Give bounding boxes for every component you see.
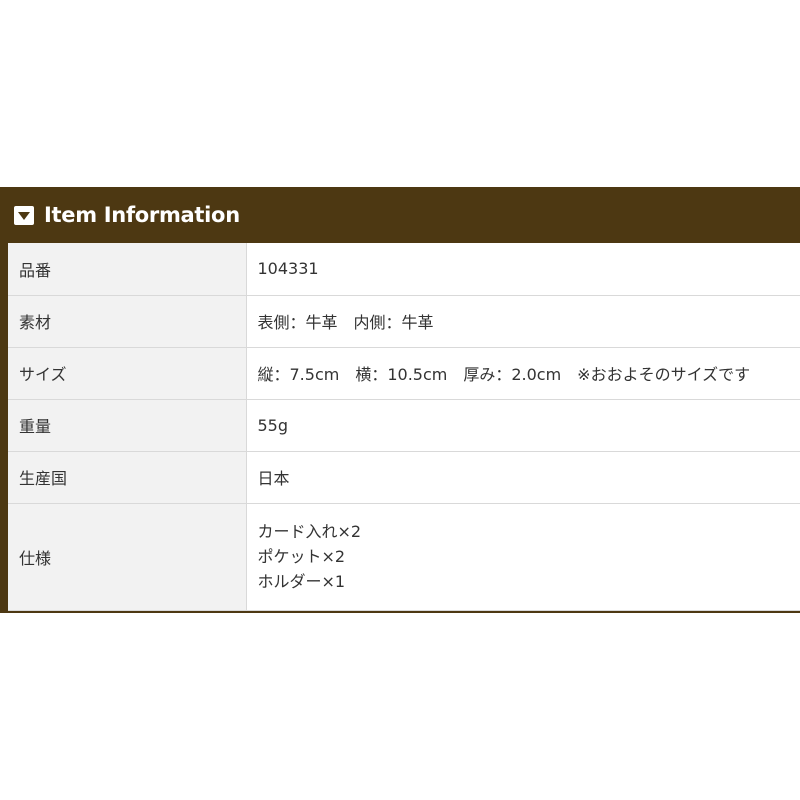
spec-label-features: 仕様: [8, 503, 247, 611]
spec-label-material: 素材: [8, 295, 247, 348]
spec-value-item-number: 104331: [246, 243, 800, 296]
item-information-panel: Item Information 品番 104331 素材 表側：牛革 内側：牛…: [0, 187, 800, 613]
table-row: 素材 表側：牛革 内側：牛革: [8, 295, 800, 348]
table-row: 仕様 カード入れ×2 ポケット×2 ホルダー×1: [8, 503, 800, 611]
spec-label-item-number: 品番: [8, 243, 247, 296]
spec-value-weight: 55g: [246, 399, 800, 452]
table-row: 生産国 日本: [8, 451, 800, 504]
section-title: Item Information: [44, 203, 240, 227]
feature-line: ホルダー×1: [257, 572, 346, 591]
spec-table: 品番 104331 素材 表側：牛革 内側：牛革 サイズ 縦：7.5cm 横：1…: [8, 243, 800, 611]
spec-label-size: サイズ: [8, 347, 247, 400]
spec-value-country: 日本: [246, 451, 800, 504]
spec-value-size: 縦：7.5cm 横：10.5cm 厚み：2.0cm ※おおよそのサイズです: [246, 347, 800, 400]
table-row: サイズ 縦：7.5cm 横：10.5cm 厚み：2.0cm ※おおよそのサイズで…: [8, 347, 800, 400]
spec-value-material: 表側：牛革 内側：牛革: [246, 295, 800, 348]
table-row: 重量 55g: [8, 399, 800, 452]
section-header[interactable]: Item Information: [0, 187, 800, 243]
feature-line: カード入れ×2: [257, 522, 362, 541]
feature-line: ポケット×2: [257, 547, 346, 566]
spec-label-country: 生産国: [8, 451, 247, 504]
table-row: 品番 104331: [8, 243, 800, 296]
chevron-down-icon: [14, 206, 34, 225]
spec-label-weight: 重量: [8, 399, 247, 452]
spec-value-features: カード入れ×2 ポケット×2 ホルダー×1: [246, 503, 800, 611]
